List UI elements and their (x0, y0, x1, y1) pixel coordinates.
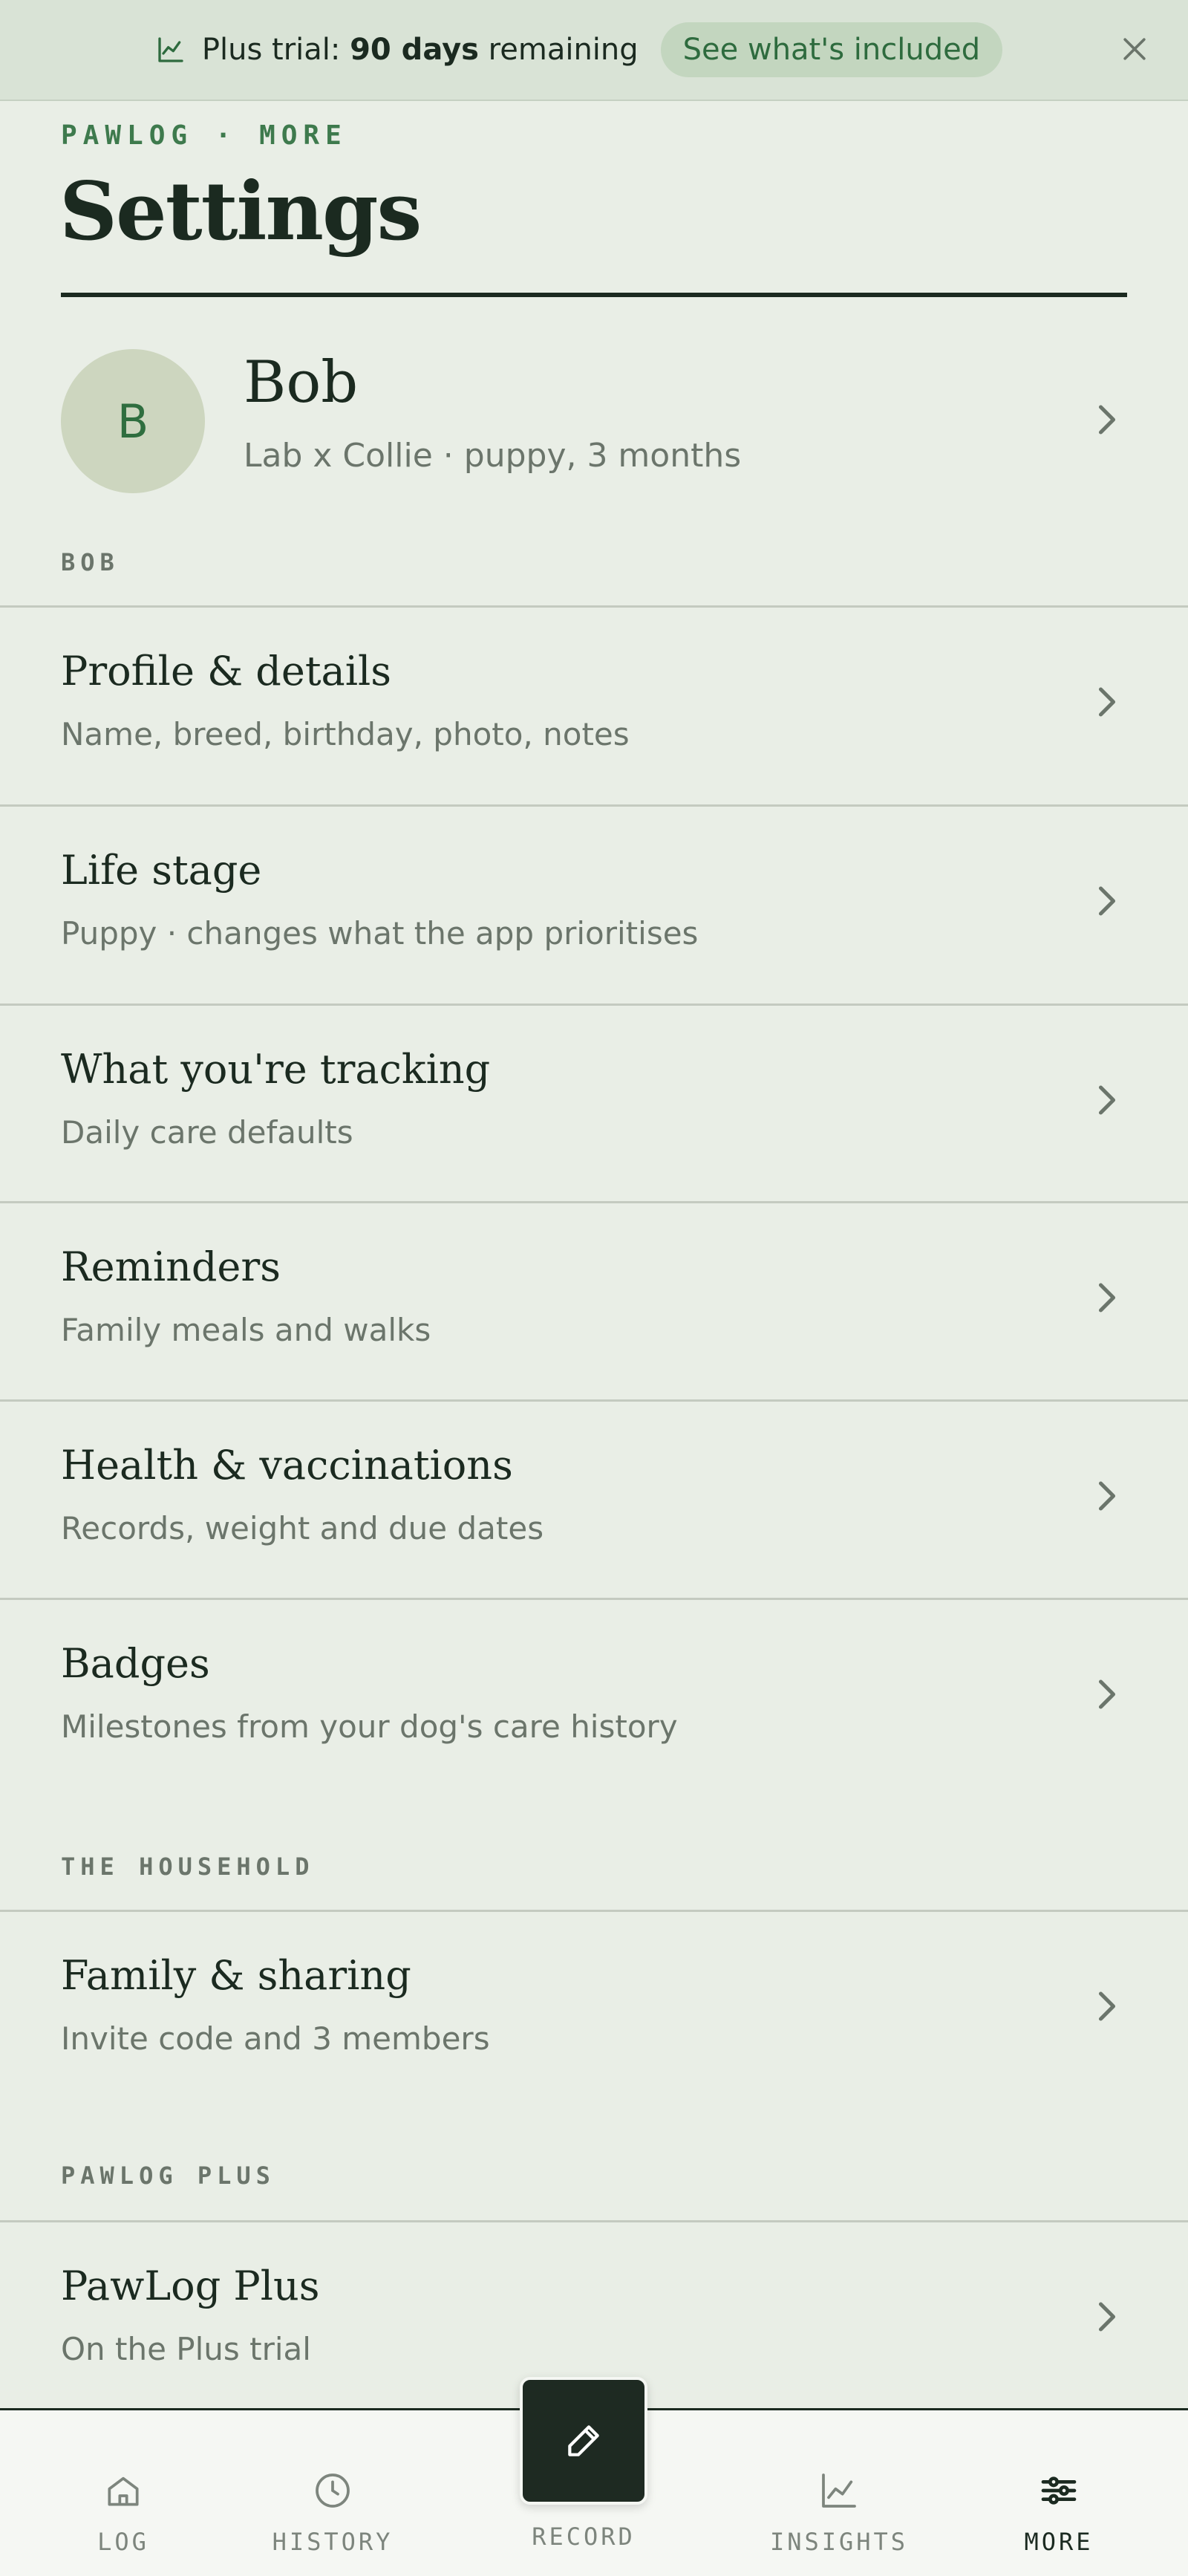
row-subtitle: Invite code and 3 members (61, 2020, 490, 2057)
settings-row-badges[interactable]: Badges Milestones from your dog's care h… (0, 1598, 1188, 1797)
sliders-icon (1041, 2476, 1077, 2505)
row-subtitle: On the Plus trial (61, 2331, 311, 2367)
trial-prefix: Plus trial: (201, 33, 350, 67)
nav-history[interactable]: HISTORY (244, 2410, 422, 2576)
trial-banner-content: Plus trial: 90 days remaining See what's… (156, 22, 1003, 77)
row-title: PawLog Plus (61, 2263, 320, 2309)
row-title: What you're tracking (61, 1046, 491, 1093)
row-title: Reminders (61, 1243, 281, 1290)
row-title: Family & sharing (61, 1952, 411, 1999)
row-subtitle: Records, weight and due dates (61, 1510, 544, 1546)
row-title: Life stage (61, 847, 262, 894)
title-divider (61, 293, 1127, 297)
nav-more[interactable]: MORE (970, 2410, 1148, 2576)
trial-banner-text: Plus trial: 90 days remaining (202, 33, 639, 67)
settings-row-reminders[interactable]: Reminders Family meals and walks (0, 1201, 1188, 1400)
nav-label: INSIGHTS (769, 2528, 909, 2556)
row-subtitle: Puppy · changes what the app prioritises (61, 915, 699, 952)
row-subtitle: Milestones from your dog's care history (61, 1708, 678, 1745)
settings-row-life-stage[interactable]: Life stage Puppy · changes what the app … (0, 804, 1188, 1004)
chevron-right-icon (1098, 1679, 1116, 1709)
nav-label: MORE (1024, 2528, 1094, 2556)
chart-line-icon (822, 2473, 856, 2508)
row-subtitle: Name, breed, birthday, photo, notes (61, 716, 630, 752)
see-included-button[interactable]: See what's included (660, 22, 1003, 77)
home-icon (108, 2476, 139, 2506)
settings-row-profile[interactable]: Profile & details Name, breed, birthday,… (0, 605, 1188, 804)
settings-screen: Plus trial: 90 days remaining See what's… (0, 0, 1188, 2576)
chevron-right-icon (1098, 1085, 1116, 1115)
profile-subtitle: Lab x Collie · puppy, 3 months (244, 437, 742, 475)
close-icon[interactable] (1118, 33, 1151, 65)
row-title: Badges (61, 1640, 210, 1687)
chevron-right-icon (1098, 687, 1116, 717)
dog-profile-card[interactable]: B Bob Lab x Collie · puppy, 3 months (0, 312, 1188, 527)
nav-log[interactable]: LOG (34, 2410, 212, 2576)
settings-row-health[interactable]: Health & vaccinations Records, weight an… (0, 1399, 1188, 1598)
row-subtitle: Family meals and walks (61, 1312, 431, 1348)
nav-label: LOG (97, 2528, 149, 2556)
record-label: RECORD (532, 2523, 636, 2551)
chart-line-icon (158, 37, 183, 62)
section-label-plus: PAWLOG PLUS (61, 2162, 275, 2190)
settings-row-family-sharing[interactable]: Family & sharing Invite code and 3 membe… (0, 1910, 1188, 2109)
row-title: Health & vaccinations (61, 1442, 513, 1489)
nav-insights[interactable]: INSIGHTS (750, 2410, 928, 2576)
trial-suffix: remaining (478, 33, 639, 67)
profile-name: Bob (244, 349, 359, 416)
section-label-dog: BOB (61, 548, 120, 576)
chevron-right-icon (1098, 1283, 1116, 1313)
chevron-right-icon (1098, 405, 1116, 435)
trial-days: 90 days (350, 33, 479, 67)
pencil-icon (568, 2425, 599, 2456)
clock-icon (316, 2473, 350, 2508)
chevron-right-icon (1098, 886, 1116, 916)
row-title: Profile & details (61, 648, 391, 695)
trial-banner: Plus trial: 90 days remaining See what's… (0, 0, 1188, 101)
breadcrumb: PAWLOG · MORE (61, 120, 347, 151)
chevron-right-icon (1098, 1481, 1116, 1511)
page-title: Settings (59, 165, 422, 258)
chevron-right-icon (1098, 1991, 1116, 2021)
record-button[interactable] (520, 2377, 647, 2505)
settings-row-tracking[interactable]: What you're tracking Daily care defaults (0, 1004, 1188, 1203)
avatar: B (61, 349, 205, 493)
row-subtitle: Daily care defaults (61, 1114, 353, 1151)
chevron-right-icon (1098, 2302, 1116, 2332)
section-label-household: THE HOUSEHOLD (61, 1853, 315, 1881)
nav-label: HISTORY (272, 2528, 394, 2556)
